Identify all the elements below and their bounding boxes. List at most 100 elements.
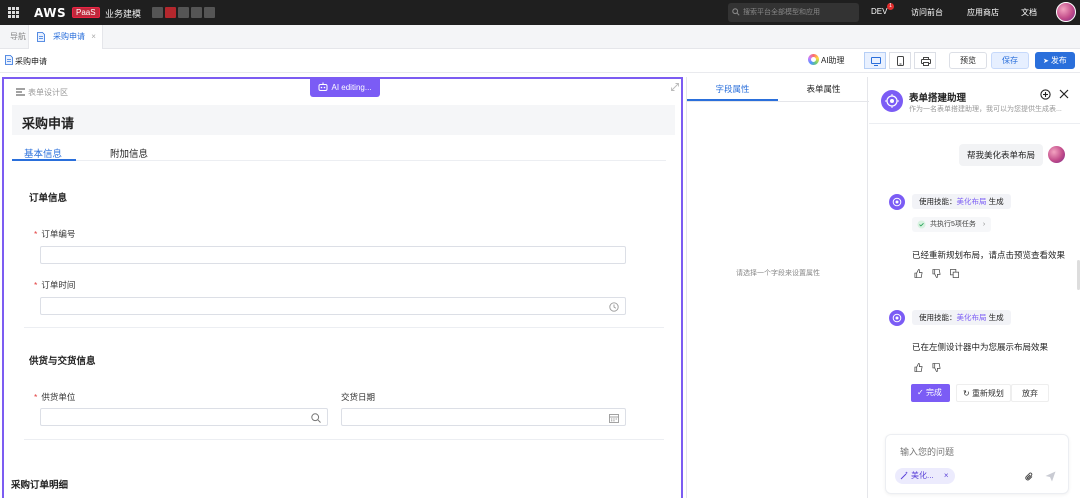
brand-logo[interactable]: AWS [34,6,66,20]
app-name[interactable]: 业务建模 [105,7,141,20]
publish-button[interactable]: ➤ 发布 [1035,52,1075,69]
mobile-view-button[interactable] [889,52,911,69]
assistant-logo-icon [881,90,903,112]
section-order-info[interactable]: 订单信息 * 订单编号 * 订单时间 [24,173,664,328]
color-swatch[interactable] [204,7,215,18]
thumbs-up-icon[interactable] [914,363,923,372]
page-title: 采购申请 [15,57,47,66]
skill-tag: 使用技能：美化布局 生成 [912,310,1011,325]
field-label-order-number: * 订单编号 [34,228,75,240]
chat-input-box[interactable]: 输入您的问题 美化... × [885,434,1069,494]
properties-panel: 字段属性 表单属性 请选择一个字段来设置属性 [686,77,869,498]
desktop-icon [871,57,881,66]
user-avatar[interactable] [1056,2,1076,22]
empty-state-hint: 请选择一个字段来设置属性 [736,270,820,277]
expand-icon[interactable] [671,83,679,91]
section-title-purchase-details[interactable]: 采购订单明细 [11,477,68,491]
canvas-header-label: 表单设计区 [28,88,68,97]
form-title[interactable]: 采购申请 [22,113,74,132]
print-icon [921,57,931,66]
order-number-input[interactable] [40,246,626,264]
delivery-date-picker[interactable] [341,408,626,426]
menu-icon[interactable] [16,88,25,96]
task-summary-toggle[interactable]: 共执行5项任务 › [912,217,992,232]
skill-suffix: 生成 [988,197,1004,206]
assistant-message-text: 已经重新规划布局，请点击预览查看效果 [912,250,1066,260]
nav-app-store[interactable]: 应用商店 [967,7,999,18]
color-swatch[interactable] [178,7,189,18]
search-placeholder: 搜索平台全部模型和应用 [743,9,820,16]
document-icon [37,32,45,42]
form-design-canvas[interactable]: 表单设计区 AI editing... 采购申请 基本信息 附加信息 订单信息 … [2,77,683,498]
ai-editing-label: AI editing... [331,83,372,92]
attachment-icon[interactable] [1025,472,1034,482]
complete-button[interactable]: ✓ 完成 [911,384,950,402]
refresh-icon: ↻ [963,389,972,398]
section-supply-delivery[interactable]: 供货与交货信息 * 供货单位 交货日期 [24,335,664,440]
search-icon [732,8,740,16]
page-tabs-bar: 导航 采购申请 × [0,25,1080,49]
tablet-view-button[interactable] [914,52,936,69]
calendar-icon[interactable] [609,413,619,423]
color-swatch[interactable] [152,7,163,18]
thumbs-down-icon[interactable] [932,363,941,372]
field-label-text: 订单时间 [41,280,76,290]
close-icon[interactable] [1059,89,1069,99]
thumbs-down-icon[interactable] [932,269,941,278]
document-icon [5,55,13,65]
assistant-avatar-icon [889,194,905,210]
skill-prefix: 使用技能： [919,313,957,322]
search-icon[interactable] [311,413,321,423]
chat-input-placeholder[interactable]: 输入您的问题 [900,445,954,458]
top-nav-bar: AWS PaaS 业务建模 搜索平台全部模型和应用 DEV 1 访问前台 应用商… [0,0,1080,25]
assistant-avatar-icon [889,310,905,326]
thumbs-up-icon[interactable] [914,269,923,278]
tab-form-properties[interactable]: 表单属性 [778,77,869,101]
clock-icon[interactable] [609,302,619,312]
magic-wand-icon [900,471,909,480]
publish-label: 发布 [1050,56,1067,65]
tab-navigation[interactable]: 导航 [10,25,26,49]
env-switcher[interactable]: DEV [871,7,887,16]
skill-suffix: 生成 [988,313,1004,322]
required-marker: * [34,280,38,290]
supplier-input[interactable] [40,408,328,426]
chevron-right-icon: › [982,221,986,228]
tab-divider [12,160,666,161]
close-icon[interactable]: × [91,32,96,41]
replan-button[interactable]: ↻ 重新规划 [956,384,1011,402]
form-title-bar [12,105,675,135]
skill-name[interactable]: 美化布局 [957,197,987,206]
nav-docs[interactable]: 文档 [1021,7,1037,18]
discard-button[interactable]: 放弃 [1011,384,1049,402]
preview-button[interactable]: 预览 [949,52,987,69]
ai-assistant-button[interactable]: AI助理 [808,53,845,69]
assistant-subtitle: 作为一名表单搭建助理，我可以为您提供生成表... [909,106,1062,113]
chip-close-icon[interactable]: × [944,471,949,480]
new-chat-icon[interactable] [1040,89,1051,100]
color-swatch[interactable] [165,7,176,18]
skill-prefix: 使用技能： [919,197,957,206]
send-icon: ➤ [1043,58,1051,65]
global-search-input[interactable]: 搜索平台全部模型和应用 [728,3,859,22]
active-tab-indicator [12,159,76,161]
save-button[interactable]: 保存 [991,52,1029,69]
nav-visit-frontend[interactable]: 访问前台 [911,7,943,18]
tab-additional-info[interactable]: 附加信息 [110,146,148,160]
desktop-view-button[interactable] [864,52,886,69]
copy-icon[interactable] [950,269,959,278]
tab-purchase-request[interactable]: 采购申请 × [28,25,103,49]
apps-grid-icon[interactable] [8,7,19,18]
tab-basic-info[interactable]: 基本信息 [24,146,62,160]
section-title: 订单信息 [29,193,68,204]
color-swatch[interactable] [191,7,202,18]
required-marker: * [34,392,38,402]
task-summary-label: 共执行5项任务 [930,221,976,228]
skill-chip[interactable]: 美化... × [895,468,955,484]
skill-name[interactable]: 美化布局 [957,313,987,322]
order-time-picker[interactable] [40,297,626,315]
ai-assistant-label: AI助理 [821,56,845,65]
skill-chip-label: 美化... [911,471,934,480]
tab-field-properties[interactable]: 字段属性 [687,77,778,101]
send-icon[interactable] [1045,471,1056,482]
